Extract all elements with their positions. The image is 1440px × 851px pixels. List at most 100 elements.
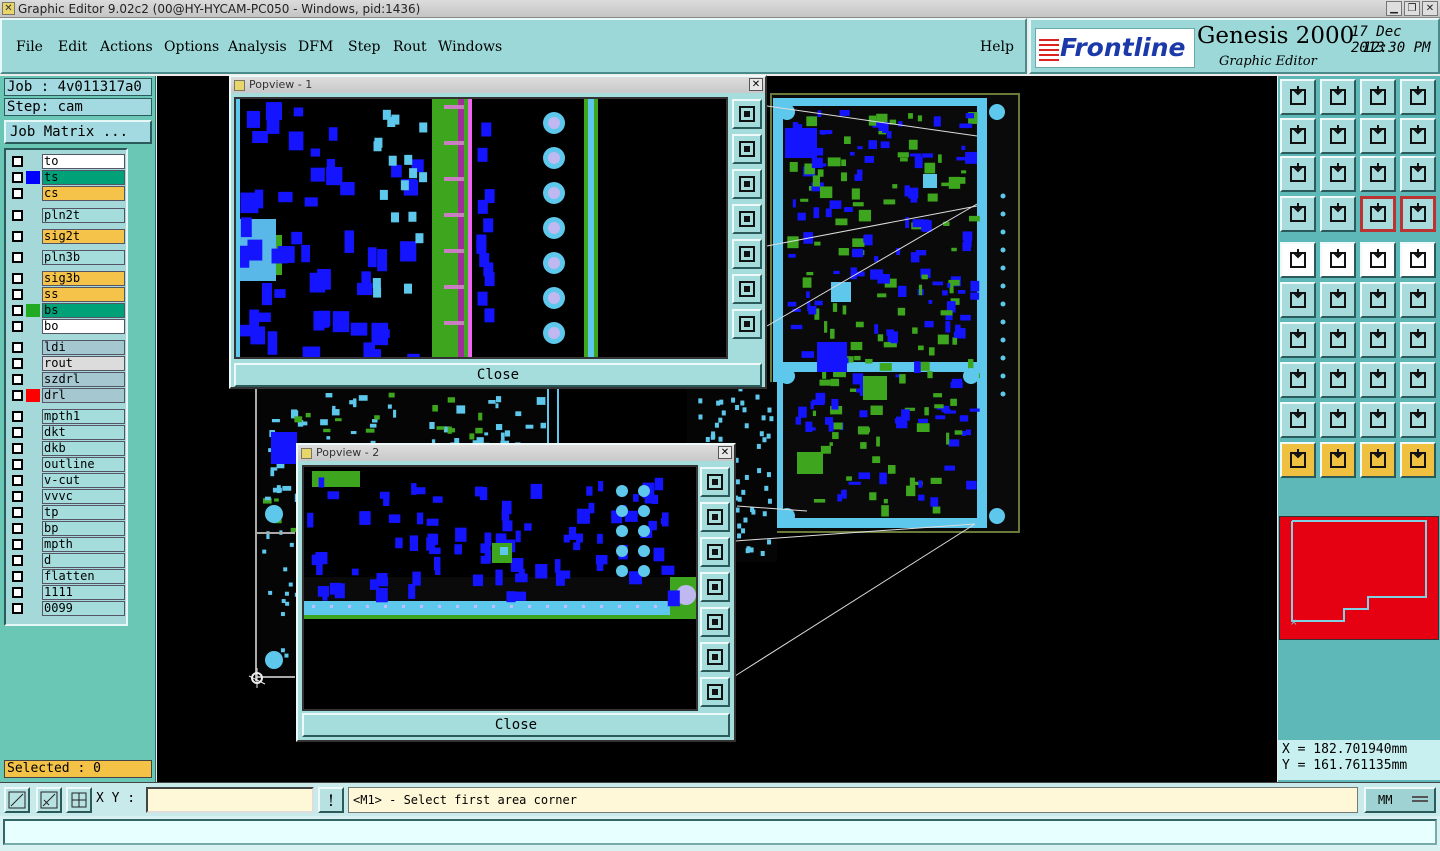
- layer-row-v-cut[interactable]: v-cut: [8, 473, 126, 488]
- zoom-down-icon[interactable]: [732, 169, 762, 199]
- popview-2-view[interactable]: [302, 465, 698, 711]
- popview-1-close-icon[interactable]: ✕: [749, 78, 763, 91]
- home-icon[interactable]: [1360, 79, 1396, 115]
- layer-row-flatten[interactable]: flatten: [8, 569, 126, 584]
- layer-row-bp[interactable]: bp: [8, 521, 126, 536]
- layer-checkbox[interactable]: [12, 358, 23, 369]
- layer-checkbox[interactable]: [12, 491, 23, 502]
- line-icon[interactable]: [1320, 242, 1356, 278]
- menu-rout[interactable]: Rout: [393, 39, 427, 55]
- layer-row-1111[interactable]: 1111: [8, 585, 126, 600]
- layer-checkbox[interactable]: [12, 305, 23, 316]
- select-box-icon[interactable]: [1320, 442, 1356, 478]
- pad-icon[interactable]: [1280, 242, 1316, 278]
- units-select[interactable]: MM: [1364, 787, 1436, 813]
- grid-icon[interactable]: [66, 787, 92, 813]
- layer-checkbox[interactable]: [12, 231, 23, 242]
- layer-row-sig2t[interactable]: sig2t: [8, 229, 126, 244]
- layer-checkbox[interactable]: [12, 289, 23, 300]
- layer-row-tp[interactable]: tp: [8, 505, 126, 520]
- connect-icon[interactable]: [1280, 282, 1316, 318]
- layer-checkbox[interactable]: [12, 443, 23, 454]
- select-net-icon[interactable]: [1400, 442, 1436, 478]
- layer-row-bo[interactable]: bo: [8, 319, 126, 334]
- snap-grid-icon[interactable]: [36, 787, 62, 813]
- layer-row-sig3b[interactable]: sig3b: [8, 271, 126, 286]
- layer-up-icon[interactable]: [1360, 196, 1396, 232]
- route-icon[interactable]: [1400, 282, 1436, 318]
- layer-checkbox[interactable]: [12, 321, 23, 332]
- snap-icon[interactable]: [4, 787, 30, 813]
- layer-row-vvvc[interactable]: vvvc: [8, 489, 126, 504]
- layer-row-outline[interactable]: outline: [8, 457, 126, 472]
- menu-actions[interactable]: Actions: [100, 39, 153, 55]
- layer-checkbox[interactable]: [12, 459, 23, 470]
- fit-icon[interactable]: [1280, 156, 1316, 192]
- zoom-up-icon[interactable]: [700, 502, 730, 532]
- help-icon[interactable]: [1400, 156, 1436, 192]
- layer-checkbox[interactable]: [12, 210, 23, 221]
- pan-right-icon[interactable]: [732, 239, 762, 269]
- popview-2-close-button[interactable]: Close: [302, 713, 730, 737]
- layer-checkbox[interactable]: [12, 188, 23, 199]
- zoom-up-icon[interactable]: [732, 134, 762, 164]
- layer-row-pln3b[interactable]: pln3b: [8, 250, 126, 265]
- menu-file[interactable]: File: [16, 39, 43, 55]
- move-icon[interactable]: [1360, 282, 1396, 318]
- layer-checkbox[interactable]: [12, 507, 23, 518]
- layer-checkbox[interactable]: [12, 172, 23, 183]
- pan-left-icon[interactable]: [732, 204, 762, 234]
- layer-row-ldi[interactable]: ldi: [8, 340, 126, 355]
- pan-right-icon[interactable]: [700, 607, 730, 637]
- triangle-icon[interactable]: [1280, 402, 1316, 438]
- layer-checkbox[interactable]: [12, 411, 23, 422]
- close-window-button[interactable]: ✕: [1422, 1, 1438, 16]
- layer-checkbox[interactable]: [12, 539, 23, 550]
- execute-button[interactable]: !: [318, 787, 344, 813]
- properties-icon[interactable]: [1280, 196, 1316, 232]
- menu-help[interactable]: Help: [980, 39, 1014, 55]
- center-icon[interactable]: [732, 309, 762, 339]
- layer-row-to[interactable]: to: [8, 154, 126, 169]
- job-matrix-button[interactable]: Job Matrix ...: [4, 120, 152, 144]
- xy-input[interactable]: [146, 787, 314, 813]
- angle-icon[interactable]: [1280, 322, 1316, 358]
- layer-row-0099[interactable]: 0099: [8, 601, 126, 616]
- zoom-fit-icon[interactable]: [700, 467, 730, 497]
- layer-checkbox[interactable]: [12, 603, 23, 614]
- ruler-icon[interactable]: [1360, 242, 1396, 278]
- delete-icon[interactable]: [1320, 282, 1356, 318]
- layer-checkbox[interactable]: [12, 475, 23, 486]
- menu-dfm[interactable]: DFM: [298, 39, 333, 55]
- layer-row-rout[interactable]: rout: [8, 356, 126, 371]
- mirror-icon[interactable]: [1400, 118, 1436, 154]
- center-icon[interactable]: [700, 677, 730, 707]
- layer-row-dkt[interactable]: dkt: [8, 425, 126, 440]
- center-icon[interactable]: [1320, 156, 1356, 192]
- menu-edit[interactable]: Edit: [58, 39, 87, 55]
- layer-checkbox[interactable]: [12, 252, 23, 263]
- flip-icon[interactable]: [1360, 118, 1396, 154]
- pan-left-icon[interactable]: [1280, 118, 1316, 154]
- layer-checkbox[interactable]: [12, 571, 23, 582]
- fit-all-icon[interactable]: [732, 274, 762, 304]
- arrow-double-icon[interactable]: [1400, 402, 1436, 438]
- layer-row-bs[interactable]: bs: [8, 303, 126, 318]
- maximize-button[interactable]: ❐: [1404, 1, 1420, 16]
- layer-down-icon[interactable]: [1400, 196, 1436, 232]
- menu-options[interactable]: Options: [164, 39, 219, 55]
- layer-checkbox[interactable]: [12, 427, 23, 438]
- layer-checkbox[interactable]: [12, 390, 23, 401]
- layer-checkbox[interactable]: [12, 156, 23, 167]
- layer-row-ss[interactable]: ss: [8, 287, 126, 302]
- zoom-fit-icon[interactable]: [732, 99, 762, 129]
- scale-icon[interactable]: [1360, 156, 1396, 192]
- split-view-icon[interactable]: [1400, 79, 1436, 115]
- trace-icon[interactable]: [1400, 322, 1436, 358]
- grid-icon[interactable]: [1320, 196, 1356, 232]
- select-highlight-icon[interactable]: [1360, 442, 1396, 478]
- zoom-in-icon[interactable]: [1280, 79, 1316, 115]
- menu-windows[interactable]: Windows: [438, 39, 502, 55]
- layer-checkbox[interactable]: [12, 273, 23, 284]
- layer-checkbox[interactable]: [12, 374, 23, 385]
